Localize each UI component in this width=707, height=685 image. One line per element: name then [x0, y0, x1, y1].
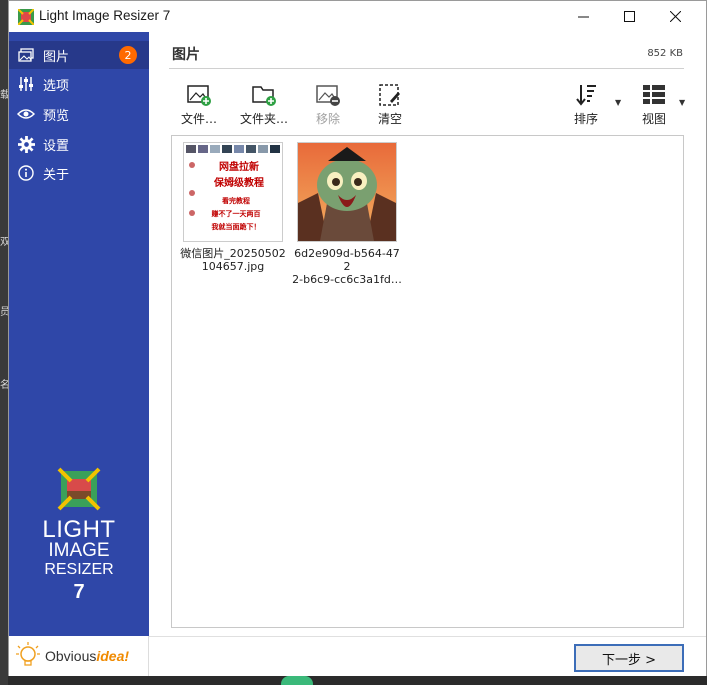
view-dropdown-arrow[interactable]: ▼ [679, 98, 685, 107]
list-item[interactable]: 6d2e909d-b564-472 2-b6c9-cc6c3a1fd… [292, 142, 402, 286]
product-logo-icon [57, 467, 101, 511]
images-icon [17, 46, 35, 64]
divider [169, 68, 684, 69]
sidebar-item-label: 设置 [43, 138, 70, 154]
add-folder-icon [251, 82, 277, 108]
sort-label: 排序 [573, 112, 598, 126]
total-size-label: 852 KB [647, 48, 683, 59]
clear-icon [377, 82, 403, 108]
sort-dropdown-arrow[interactable]: ▼ [615, 98, 621, 107]
window-title: Light Image Resizer 7 [39, 8, 171, 23]
app-window: Light Image Resizer 7 图片 2 选项 预览 设置 关于 L… [8, 0, 707, 676]
page-title: 图片 [172, 47, 200, 63]
remove-label: 移除 [315, 112, 340, 126]
title-bar[interactable]: Light Image Resizer 7 [9, 1, 706, 32]
view-button[interactable]: 视图 [641, 82, 667, 132]
gear-icon [17, 135, 35, 153]
view-icon [641, 82, 667, 108]
brand-name: Obviousidea! [45, 648, 130, 664]
desktop-glyph: 员 [0, 307, 10, 318]
minimize-icon [577, 16, 589, 18]
taskbar-indicator [281, 676, 313, 685]
image-thumbnail: 网盘拉新 保姆级教程 看完教程 赚不了一天两百 我就当面跪下！ [183, 142, 283, 242]
sidebar-item-settings[interactable]: 设置 [9, 130, 149, 158]
sliders-icon [17, 75, 35, 93]
minimize-button[interactable] [560, 1, 606, 32]
product-logo: LIGHT IMAGE RESIZER 7 [9, 467, 149, 605]
desktop-glyph: 双 [0, 237, 10, 248]
add-folder-label: 文件夹… [240, 112, 289, 126]
add-files-button[interactable]: 文件… [181, 82, 217, 132]
clear-label: 清空 [377, 112, 402, 126]
image-thumbnail [297, 142, 397, 242]
sidebar-item-options[interactable]: 选项 [9, 70, 149, 98]
lightbulb-icon [16, 642, 40, 666]
image-count-badge: 2 [119, 46, 137, 64]
sidebar-item-preview[interactable]: 预览 [9, 100, 149, 128]
eye-icon [17, 105, 35, 123]
view-label: 视图 [641, 112, 666, 126]
sidebar-item-label: 图片 [43, 49, 70, 65]
remove-image-icon [315, 82, 341, 108]
logo-line-light: LIGHT [42, 516, 116, 543]
sidebar-item-about[interactable]: 关于 [9, 159, 149, 187]
thumbnail-text: 网盘拉新 [219, 160, 259, 173]
thumbnail-text: 看完教程 [222, 196, 250, 205]
clear-button[interactable]: 清空 [377, 82, 403, 132]
sidebar-item-label: 预览 [43, 108, 70, 124]
remove-button[interactable]: 移除 [315, 82, 341, 132]
sort-icon [573, 82, 599, 108]
add-files-label: 文件… [181, 112, 218, 126]
close-icon [669, 11, 681, 22]
logo-line-image: IMAGE [48, 540, 110, 561]
desktop-glyph: 名 [0, 380, 10, 391]
sidebar-item-images[interactable]: 图片 2 [9, 41, 149, 69]
sidebar: 图片 2 选项 预览 设置 关于 LIGHT IMAGE RESIZER 7 [9, 32, 149, 636]
file-name: 6d2e909d-b564-472 2-b6c9-cc6c3a1fd… [292, 247, 402, 286]
close-button[interactable] [652, 1, 698, 32]
logo-version: 7 [73, 581, 85, 603]
maximize-button[interactable] [606, 1, 652, 32]
maximize-icon [623, 11, 635, 22]
desktop-left-edge: 载 双 员 名 [0, 0, 10, 685]
sidebar-item-label: 选项 [43, 78, 70, 94]
desktop-glyph: 载 [0, 90, 10, 101]
main-content: 图片 852 KB 文件… 文件夹… 移除 清空 排序 ▼ 视图 ▼ 网盘拉新 … [149, 32, 706, 676]
next-button[interactable]: 下一步 > [574, 644, 684, 672]
app-icon [18, 9, 34, 25]
file-name: 微信图片_20250502 104657.jpg [180, 247, 286, 273]
list-item[interactable]: 网盘拉新 保姆级教程 看完教程 赚不了一天两百 我就当面跪下！ 微信图片_202… [178, 142, 288, 273]
thumbnail-text: 我就当面跪下！ [212, 222, 261, 231]
image-list-panel[interactable]: 网盘拉新 保姆级教程 看完教程 赚不了一天两百 我就当面跪下！ 微信图片_202… [171, 135, 684, 628]
thumbnail-text: 保姆级教程 [213, 176, 264, 189]
sort-button[interactable]: 排序 [573, 82, 599, 132]
divider [149, 636, 706, 637]
add-image-icon [186, 82, 212, 108]
info-icon [17, 164, 35, 182]
add-folder-button[interactable]: 文件夹… [240, 82, 288, 132]
sidebar-item-label: 关于 [43, 167, 70, 183]
brand-link[interactable]: Obviousidea! [9, 636, 149, 676]
thumbnail-text: 赚不了一天两百 [211, 209, 261, 218]
logo-line-resizer: RESIZER [44, 561, 114, 578]
